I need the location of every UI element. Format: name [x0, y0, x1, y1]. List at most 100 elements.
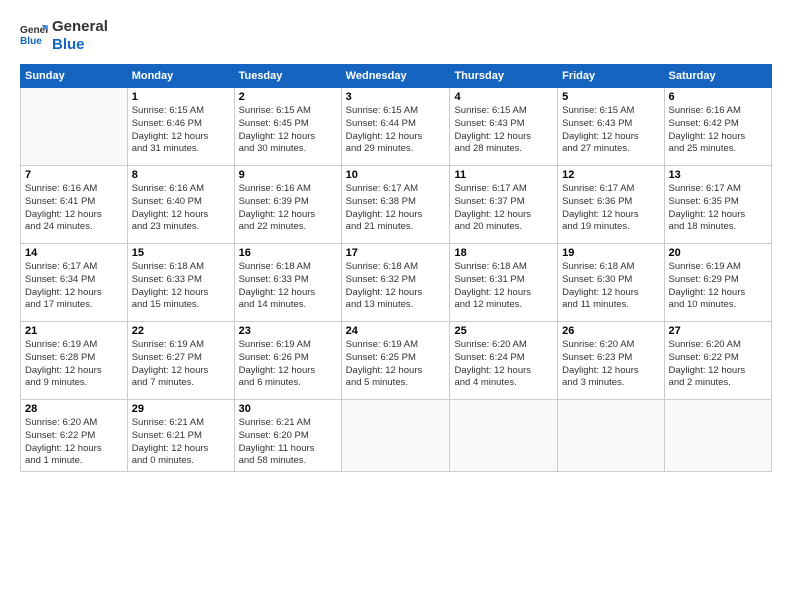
day-cell: 7 Sunrise: 6:16 AM Sunset: 6:41 PM Daylig… [21, 166, 128, 244]
day-info: Sunrise: 6:18 AM Sunset: 6:32 PM Dayligh… [346, 261, 446, 312]
day-info: Sunrise: 6:19 AM Sunset: 6:26 PM Dayligh… [239, 339, 337, 390]
day-number: 6 [669, 91, 767, 103]
day-info: Sunrise: 6:17 AM Sunset: 6:35 PM Dayligh… [669, 183, 767, 234]
day-info: Sunrise: 6:15 AM Sunset: 6:44 PM Dayligh… [346, 105, 446, 156]
day-number: 8 [132, 169, 230, 181]
day-cell: 3 Sunrise: 6:15 AM Sunset: 6:44 PM Daylig… [341, 88, 450, 166]
day-info: Sunrise: 6:18 AM Sunset: 6:30 PM Dayligh… [562, 261, 659, 312]
day-number: 26 [562, 325, 659, 337]
svg-text:Blue: Blue [20, 36, 42, 47]
day-number: 29 [132, 403, 230, 415]
day-cell: 28Sunrise: 6:20 AM Sunset: 6:22 PM Dayli… [21, 400, 128, 472]
day-number: 3 [346, 91, 446, 103]
day-info: Sunrise: 6:20 AM Sunset: 6:22 PM Dayligh… [669, 339, 767, 390]
day-info: Sunrise: 6:16 AM Sunset: 6:39 PM Dayligh… [239, 183, 337, 234]
day-info: Sunrise: 6:17 AM Sunset: 6:37 PM Dayligh… [454, 183, 553, 234]
day-info: Sunrise: 6:19 AM Sunset: 6:28 PM Dayligh… [25, 339, 123, 390]
day-cell: 25 Sunrise: 6:20 AM Sunset: 6:24 PM Dayli… [450, 322, 558, 400]
day-cell: 5 Sunrise: 6:15 AM Sunset: 6:43 PM Daylig… [558, 88, 664, 166]
weekday-header-wednesday: Wednesday [341, 65, 450, 88]
day-info: Sunrise: 6:19 AM Sunset: 6:29 PM Dayligh… [669, 261, 767, 312]
day-cell: 19 Sunrise: 6:18 AM Sunset: 6:30 PM Dayli… [558, 244, 664, 322]
day-cell [450, 400, 558, 472]
weekday-header-saturday: Saturday [664, 65, 771, 88]
day-cell: 16Sunrise: 6:18 AM Sunset: 6:33 PM Dayli… [234, 244, 341, 322]
day-number: 1 [132, 91, 230, 103]
day-number: 24 [346, 325, 446, 337]
weekday-header-row: SundayMondayTuesdayWednesdayThursdayFrid… [21, 65, 772, 88]
week-row-3: 14 Sunrise: 6:17 AM Sunset: 6:34 PM Dayli… [21, 244, 772, 322]
day-cell: 4 Sunrise: 6:15 AM Sunset: 6:43 PM Daylig… [450, 88, 558, 166]
day-info: Sunrise: 6:15 AM Sunset: 6:43 PM Dayligh… [454, 105, 553, 156]
day-number: 27 [669, 325, 767, 337]
day-cell: 23 Sunrise: 6:19 AM Sunset: 6:26 PM Dayli… [234, 322, 341, 400]
header: General Blue General Blue [20, 18, 772, 54]
day-info: Sunrise: 6:21 AM Sunset: 6:20 PM Dayligh… [239, 417, 337, 468]
day-info: Sunrise: 6:16 AM Sunset: 6:40 PM Dayligh… [132, 183, 230, 234]
day-info: Sunrise: 6:15 AM Sunset: 6:43 PM Dayligh… [562, 105, 659, 156]
day-number: 30 [239, 403, 337, 415]
day-cell [664, 400, 771, 472]
page: General Blue General Blue SundayMondayTu… [0, 0, 792, 612]
day-cell: 21 Sunrise: 6:19 AM Sunset: 6:28 PM Dayli… [21, 322, 128, 400]
day-info: Sunrise: 6:16 AM Sunset: 6:42 PM Dayligh… [669, 105, 767, 156]
day-number: 4 [454, 91, 553, 103]
day-cell: 29 Sunrise: 6:21 AM Sunset: 6:21 PM Dayli… [127, 400, 234, 472]
day-cell [21, 88, 128, 166]
day-cell: 17Sunrise: 6:18 AM Sunset: 6:32 PM Dayli… [341, 244, 450, 322]
day-info: Sunrise: 6:20 AM Sunset: 6:22 PM Dayligh… [25, 417, 123, 468]
day-info: Sunrise: 6:16 AM Sunset: 6:41 PM Dayligh… [25, 183, 123, 234]
day-number: 23 [239, 325, 337, 337]
day-number: 5 [562, 91, 659, 103]
logo-icon: General Blue [20, 22, 48, 50]
day-cell: 2 Sunrise: 6:15 AM Sunset: 6:45 PM Daylig… [234, 88, 341, 166]
day-cell: 8 Sunrise: 6:16 AM Sunset: 6:40 PM Daylig… [127, 166, 234, 244]
day-info: Sunrise: 6:18 AM Sunset: 6:33 PM Dayligh… [239, 261, 337, 312]
day-cell: 6 Sunrise: 6:16 AM Sunset: 6:42 PM Daylig… [664, 88, 771, 166]
day-info: Sunrise: 6:19 AM Sunset: 6:27 PM Dayligh… [132, 339, 230, 390]
day-number: 9 [239, 169, 337, 181]
day-cell: 30 Sunrise: 6:21 AM Sunset: 6:20 PM Dayli… [234, 400, 341, 472]
day-number: 25 [454, 325, 553, 337]
day-number: 12 [562, 169, 659, 181]
day-info: Sunrise: 6:21 AM Sunset: 6:21 PM Dayligh… [132, 417, 230, 468]
day-cell: 20Sunrise: 6:19 AM Sunset: 6:29 PM Dayli… [664, 244, 771, 322]
day-cell: 9 Sunrise: 6:16 AM Sunset: 6:39 PM Daylig… [234, 166, 341, 244]
day-number: 22 [132, 325, 230, 337]
day-info: Sunrise: 6:17 AM Sunset: 6:38 PM Dayligh… [346, 183, 446, 234]
weekday-header-monday: Monday [127, 65, 234, 88]
day-number: 2 [239, 91, 337, 103]
day-info: Sunrise: 6:17 AM Sunset: 6:34 PM Dayligh… [25, 261, 123, 312]
day-number: 11 [454, 169, 553, 181]
day-info: Sunrise: 6:15 AM Sunset: 6:45 PM Dayligh… [239, 105, 337, 156]
day-info: Sunrise: 6:20 AM Sunset: 6:23 PM Dayligh… [562, 339, 659, 390]
day-cell [341, 400, 450, 472]
day-cell: 13 Sunrise: 6:17 AM Sunset: 6:35 PM Dayli… [664, 166, 771, 244]
day-cell: 26 Sunrise: 6:20 AM Sunset: 6:23 PM Dayli… [558, 322, 664, 400]
day-cell: 14 Sunrise: 6:17 AM Sunset: 6:34 PM Dayli… [21, 244, 128, 322]
day-info: Sunrise: 6:20 AM Sunset: 6:24 PM Dayligh… [454, 339, 553, 390]
day-cell: 24 Sunrise: 6:19 AM Sunset: 6:25 PM Dayli… [341, 322, 450, 400]
logo-blue: Blue [52, 36, 108, 54]
weekday-header-sunday: Sunday [21, 65, 128, 88]
day-cell: 22 Sunrise: 6:19 AM Sunset: 6:27 PM Dayli… [127, 322, 234, 400]
week-row-5: 28Sunrise: 6:20 AM Sunset: 6:22 PM Dayli… [21, 400, 772, 472]
day-number: 10 [346, 169, 446, 181]
day-info: Sunrise: 6:15 AM Sunset: 6:46 PM Dayligh… [132, 105, 230, 156]
day-cell: 27 Sunrise: 6:20 AM Sunset: 6:22 PM Dayli… [664, 322, 771, 400]
day-info: Sunrise: 6:17 AM Sunset: 6:36 PM Dayligh… [562, 183, 659, 234]
day-number: 21 [25, 325, 123, 337]
week-row-4: 21 Sunrise: 6:19 AM Sunset: 6:28 PM Dayli… [21, 322, 772, 400]
day-number: 19 [562, 247, 659, 259]
calendar-table: SundayMondayTuesdayWednesdayThursdayFrid… [20, 64, 772, 472]
day-number: 14 [25, 247, 123, 259]
day-number: 13 [669, 169, 767, 181]
week-row-1: 1 Sunrise: 6:15 AM Sunset: 6:46 PM Daylig… [21, 88, 772, 166]
day-info: Sunrise: 6:18 AM Sunset: 6:31 PM Dayligh… [454, 261, 553, 312]
logo-general: General [52, 18, 108, 36]
day-cell: 18Sunrise: 6:18 AM Sunset: 6:31 PM Dayli… [450, 244, 558, 322]
day-number: 15 [132, 247, 230, 259]
day-info: Sunrise: 6:19 AM Sunset: 6:25 PM Dayligh… [346, 339, 446, 390]
weekday-header-thursday: Thursday [450, 65, 558, 88]
day-number: 7 [25, 169, 123, 181]
